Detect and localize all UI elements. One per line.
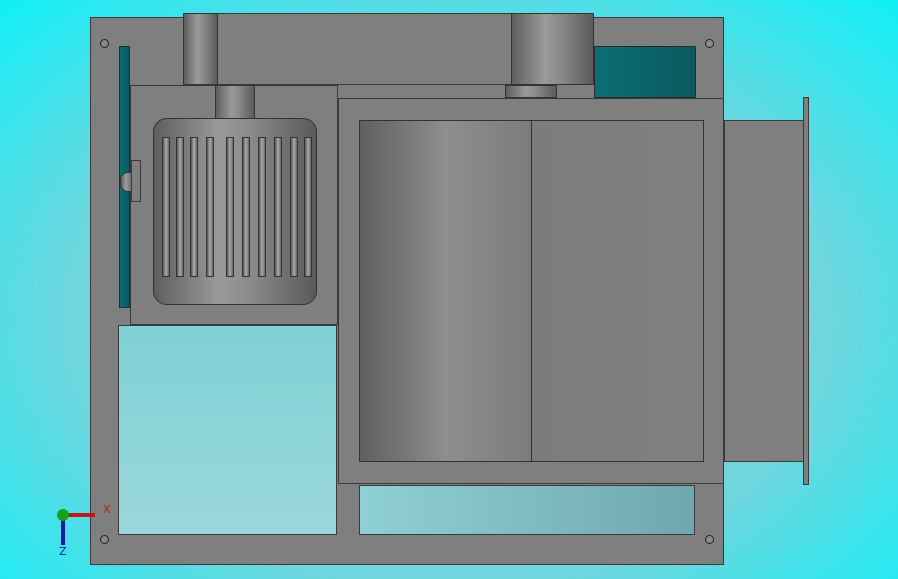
outlet-flange — [803, 97, 809, 485]
motor-shaft — [215, 85, 255, 120]
outlet-duct — [724, 120, 806, 462]
electric-motor — [153, 118, 317, 305]
fan-shaft — [505, 85, 557, 98]
motor-flange — [131, 160, 141, 202]
belt-guard-left-pulley — [183, 13, 218, 85]
top-right-opening — [594, 46, 696, 98]
z-axis-label: Z — [59, 545, 67, 558]
panel-divider — [531, 120, 532, 462]
mounting-hole — [705, 535, 714, 544]
y-axis-origin — [57, 509, 69, 521]
x-axis-label: X — [103, 503, 111, 516]
mounting-hole — [100, 39, 109, 48]
mounting-hole — [705, 39, 714, 48]
belt-guard-right-pulley — [511, 13, 594, 85]
bottom-left-opening — [118, 325, 337, 535]
bottom-center-opening — [359, 485, 695, 535]
axis-triad: X Z — [55, 503, 115, 560]
